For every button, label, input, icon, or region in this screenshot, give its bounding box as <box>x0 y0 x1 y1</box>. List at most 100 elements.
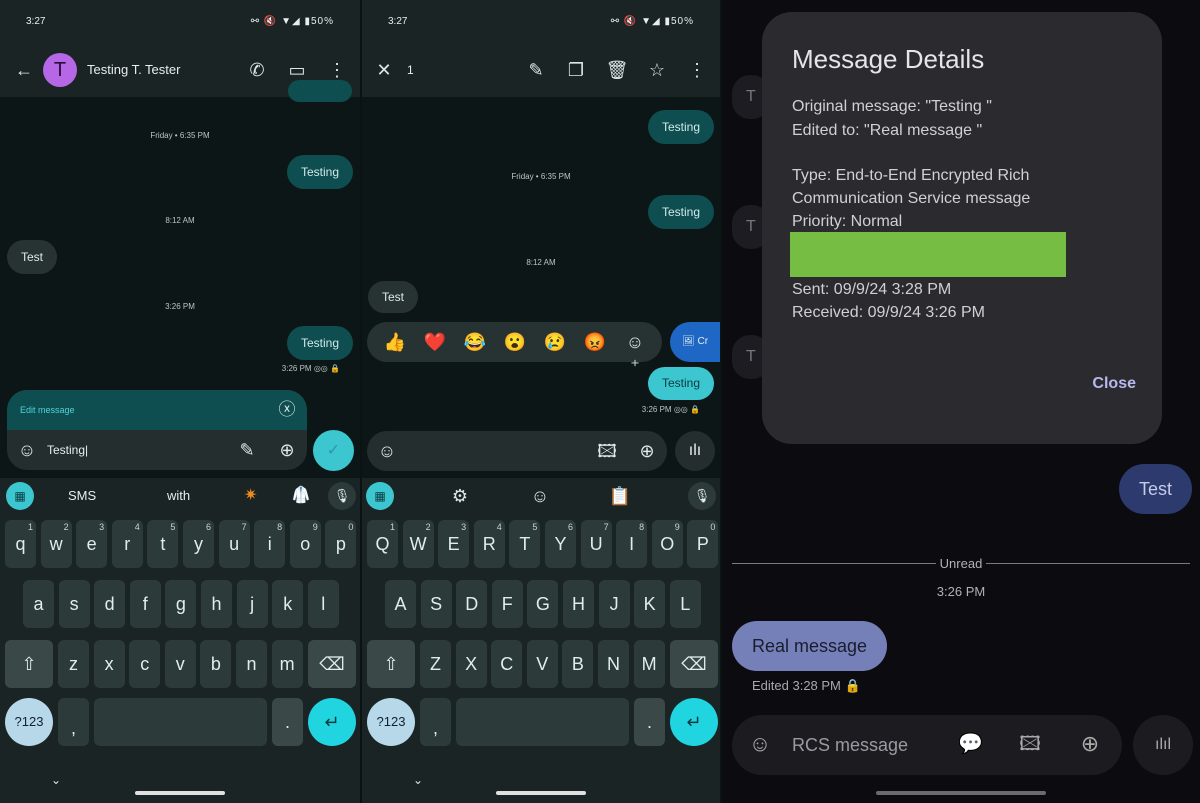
key-l[interactable]: l <box>307 580 339 628</box>
shift-key[interactable]: ⇧ <box>367 640 415 688</box>
key-y[interactable]: Y6 <box>545 520 576 568</box>
create-button[interactable]: 🖼 Cr <box>670 322 720 362</box>
key-q[interactable]: q1 <box>5 520 36 568</box>
key-g[interactable]: g <box>165 580 197 628</box>
message-input[interactable]: Testing| <box>47 443 88 457</box>
key-h[interactable]: h <box>201 580 232 628</box>
backspace-key[interactable]: ⌫ <box>670 640 718 688</box>
nav-handle[interactable] <box>135 791 225 795</box>
selected-message-bubble[interactable]: Testing <box>647 367 714 400</box>
key-v[interactable]: v <box>164 640 196 688</box>
key-k[interactable]: k <box>272 580 304 628</box>
message-bubble[interactable]: Test <box>1118 464 1192 514</box>
key-k[interactable]: K <box>634 580 666 628</box>
key-i[interactable]: i8 <box>254 520 286 568</box>
voice-message-button[interactable]: ılıl <box>1133 715 1193 775</box>
emoji-icon[interactable]: ☺ <box>748 732 772 756</box>
compose-bar[interactable]: ☺ 🖾 ⊕ <box>367 431 667 471</box>
gallery-icon[interactable]: 🖾 <box>595 439 619 463</box>
back-arrow-icon[interactable]: ← <box>12 58 36 82</box>
key-z[interactable]: Z <box>420 640 451 688</box>
key-m[interactable]: m <box>271 640 303 688</box>
key-b[interactable]: B <box>562 640 594 688</box>
reaction-emoji[interactable]: 😂 <box>463 330 487 354</box>
key-m[interactable]: M <box>633 640 665 688</box>
key-r[interactable]: R4 <box>473 520 505 568</box>
copy-icon[interactable]: ❐ <box>564 58 588 82</box>
message-bubble[interactable]: Real message <box>732 621 888 671</box>
compose-bar[interactable]: ☺ RCS message 💬 🖾 ⊕ <box>732 715 1122 775</box>
key-c[interactable]: C <box>491 640 523 688</box>
avatar[interactable]: T <box>43 53 77 87</box>
clipboard-icon[interactable]: 📋 <box>608 484 632 508</box>
nav-handle[interactable] <box>496 791 586 795</box>
key-a[interactable]: A <box>385 580 416 628</box>
period-key[interactable]: . <box>272 698 303 746</box>
suggestion[interactable]: SMS <box>68 488 96 503</box>
gallery-icon[interactable]: 🖾 <box>1018 732 1042 756</box>
symbols-key[interactable]: ?123 <box>367 698 415 746</box>
enter-key[interactable]: ↵ <box>308 698 356 746</box>
key-d[interactable]: d <box>94 580 126 628</box>
key-g[interactable]: G <box>527 580 559 628</box>
key-n[interactable]: N <box>598 640 629 688</box>
star-icon[interactable]: ☆ <box>645 58 669 82</box>
key-r[interactable]: r4 <box>111 520 143 568</box>
message-bubble[interactable]: Test <box>368 281 419 313</box>
add-icon[interactable]: ⊕ <box>275 438 299 462</box>
key-u[interactable]: u7 <box>218 520 250 568</box>
voice-message-button[interactable]: ılı <box>675 431 715 471</box>
hide-keyboard-chevron-icon[interactable]: ⌄ <box>44 768 68 792</box>
hide-keyboard-chevron-icon[interactable]: ⌄ <box>406 768 430 792</box>
message-bubble[interactable]: Testing <box>647 195 714 229</box>
message-bubble[interactable]: Testing <box>286 326 353 360</box>
key-f[interactable]: F <box>491 580 523 628</box>
suggestion[interactable]: with <box>167 488 190 503</box>
key-t[interactable]: t5 <box>147 520 179 568</box>
key-z[interactable]: z <box>58 640 89 688</box>
key-i[interactable]: I8 <box>616 520 648 568</box>
reaction-emoji[interactable]: 👍 <box>383 330 407 354</box>
key-w[interactable]: W2 <box>402 520 434 568</box>
symbols-key[interactable]: ?123 <box>5 698 53 746</box>
key-f[interactable]: f <box>129 580 161 628</box>
message-bubble[interactable]: Testing <box>286 155 353 189</box>
coat-emoji-suggestion[interactable]: 🥼 <box>291 485 311 505</box>
close-button[interactable]: Close <box>1092 375 1136 393</box>
reaction-emoji[interactable]: 😢 <box>543 330 567 354</box>
key-y[interactable]: y6 <box>183 520 214 568</box>
sparkle-emoji-suggestion[interactable]: ✷ <box>244 485 257 505</box>
reaction-emoji[interactable]: 😡 <box>583 330 607 354</box>
backspace-key[interactable]: ⌫ <box>308 640 356 688</box>
key-u[interactable]: U7 <box>580 520 612 568</box>
add-reaction-icon[interactable]: ☺⁺ <box>623 330 647 376</box>
key-b[interactable]: b <box>200 640 232 688</box>
key-o[interactable]: O9 <box>651 520 683 568</box>
key-x[interactable]: x <box>93 640 125 688</box>
confirm-edit-button[interactable]: ✓ <box>313 430 354 471</box>
key-p[interactable]: p0 <box>325 520 357 568</box>
message-input-placeholder[interactable]: RCS message <box>792 735 908 756</box>
key-w[interactable]: w2 <box>40 520 72 568</box>
key-x[interactable]: X <box>455 640 487 688</box>
key-q[interactable]: Q1 <box>367 520 398 568</box>
more-options-icon[interactable]: ⋮ <box>325 58 349 82</box>
key-o[interactable]: o9 <box>289 520 321 568</box>
key-n[interactable]: n <box>236 640 267 688</box>
key-j[interactable]: j <box>236 580 268 628</box>
more-options-icon[interactable]: ⋮ <box>685 58 709 82</box>
phone-icon[interactable]: ✆ <box>245 58 269 82</box>
nav-handle[interactable] <box>876 791 1046 795</box>
reaction-emoji[interactable]: ❤️ <box>423 330 447 354</box>
magic-compose-icon[interactable]: ✎ <box>235 438 259 462</box>
emoji-icon[interactable]: ☺ <box>15 438 39 462</box>
settings-gear-icon[interactable]: ⚙ <box>448 484 472 508</box>
contact-name[interactable]: Testing T. Tester <box>87 62 180 77</box>
add-icon[interactable]: ⊕ <box>635 439 659 463</box>
cancel-edit-icon[interactable]: ⓧ <box>275 398 299 422</box>
comma-key[interactable]: , <box>420 698 451 746</box>
key-s[interactable]: S <box>420 580 452 628</box>
key-e[interactable]: e3 <box>76 520 108 568</box>
key-a[interactable]: a <box>23 580 54 628</box>
comma-key[interactable]: , <box>58 698 89 746</box>
